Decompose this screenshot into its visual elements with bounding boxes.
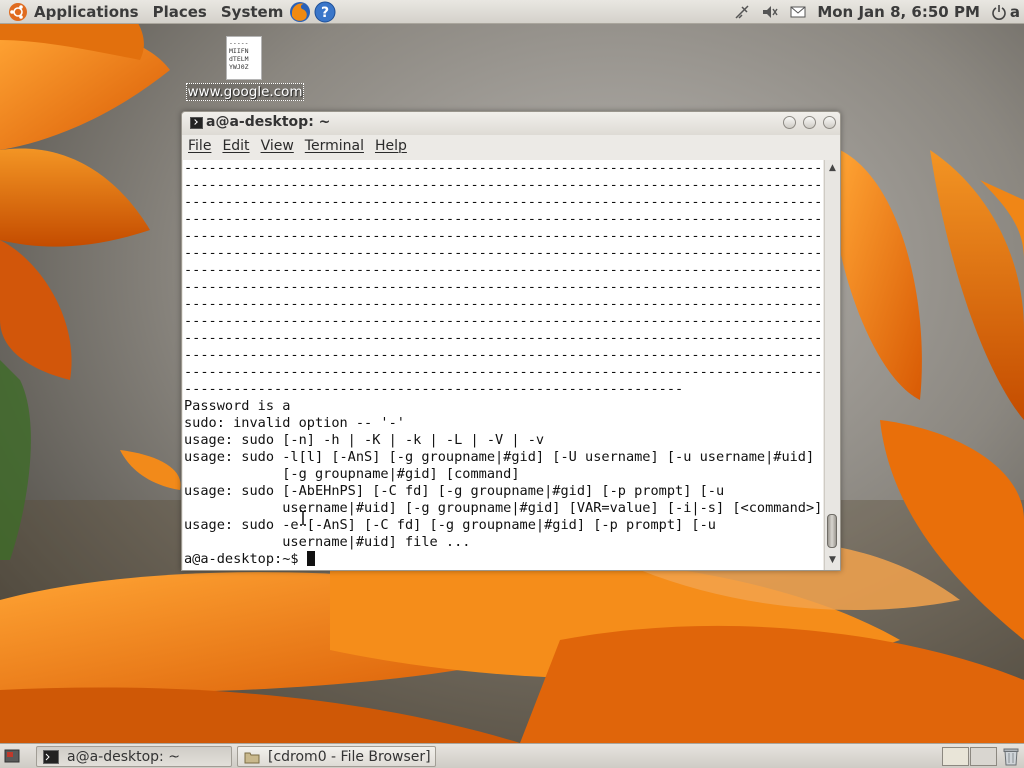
terminal-line: usage: sudo -e [-AnS] [-C fd] [-g groupn… [184, 517, 716, 533]
trash-icon[interactable] [1002, 747, 1020, 766]
desktop-file-label: www.google.com [186, 83, 304, 101]
folder-icon [244, 752, 260, 763]
menu-applications[interactable]: Applications [34, 0, 139, 24]
close-button[interactable] [823, 116, 836, 129]
terminal-line: ----------------------------------------… [184, 381, 684, 397]
terminal-line: sudo: invalid option -- '-' [184, 415, 405, 431]
window-titlebar[interactable]: a@a-desktop: ~ [182, 112, 840, 135]
shell-prompt: a@a-desktop:~$ [184, 551, 307, 567]
ibeam-cursor-icon [300, 510, 306, 526]
terminal-text: ----------------------------------------… [183, 160, 823, 568]
terminal-icon [190, 117, 203, 129]
text-cursor [306, 551, 315, 566]
terminal-menubar: File Edit View Terminal Help [182, 135, 840, 157]
window-title: a@a-desktop: ~ [206, 114, 331, 130]
terminal-line: ----------------------------------------… [184, 177, 823, 193]
terminal-line: username|#uid] [-g groupname|#gid] [VAR=… [282, 500, 823, 516]
taskbar-filebrowser-label: [cdrom0 - File Browser] [268, 748, 431, 765]
menu-view[interactable]: View [261, 138, 294, 154]
svg-text:?: ? [321, 5, 329, 21]
workspace-2[interactable] [970, 747, 997, 766]
terminal-scrollbar[interactable]: ▲ ▼ [824, 160, 840, 570]
terminal-line: ----------------------------------------… [184, 347, 823, 363]
terminal-line: [-g groupname|#gid] [command] [282, 466, 520, 482]
terminal-icon [43, 749, 59, 764]
menu-edit[interactable]: Edit [222, 138, 249, 154]
taskbar-terminal-button[interactable]: a@a-desktop: ~ [36, 746, 232, 767]
session-user-label[interactable]: a [1010, 3, 1020, 21]
top-panel: Applications Places System ? Mon Jan 8, … [0, 0, 1024, 24]
terminal-output[interactable]: ----------------------------------------… [183, 160, 823, 570]
terminal-line: ----------------------------------------… [184, 279, 823, 295]
terminal-line: ----------------------------------------… [184, 262, 823, 278]
terminal-line: ----------------------------------------… [184, 364, 823, 380]
system-tray: Mon Jan 8, 6:50 PM a [733, 0, 1024, 24]
terminal-lines: ----------------------------------------… [184, 160, 823, 550]
terminal-line: ----------------------------------------… [184, 313, 823, 329]
bottom-panel: a@a-desktop: ~ [cdrom0 - File Browser] [0, 743, 1024, 768]
scroll-up-icon[interactable]: ▲ [828, 164, 837, 173]
terminal-line: username|#uid] file ... [282, 534, 471, 550]
menu-system[interactable]: System [221, 0, 283, 24]
help-icon[interactable]: ? [314, 1, 336, 23]
maximize-button[interactable] [803, 116, 816, 129]
scrollbar-thumb[interactable] [827, 514, 837, 548]
clock[interactable]: Mon Jan 8, 6:50 PM [817, 3, 980, 21]
network-icon[interactable] [733, 3, 751, 21]
terminal-window: a@a-desktop: ~ File Edit View Terminal H… [181, 111, 841, 571]
menu-file[interactable]: File [188, 138, 211, 154]
terminal-line: ----------------------------------------… [184, 211, 823, 227]
taskbar-terminal-label: a@a-desktop: ~ [67, 748, 180, 765]
terminal-line: ----------------------------------------… [184, 228, 823, 244]
show-desktop-icon[interactable] [4, 748, 20, 764]
terminal-line: ----------------------------------------… [184, 330, 823, 346]
terminal-line: ----------------------------------------… [184, 296, 823, 312]
terminal-line: usage: sudo [-n] -h | -K | -k | -L | -V … [184, 432, 545, 448]
menu-places[interactable]: Places [153, 0, 207, 24]
file-thumbnail: ----- MIIFN dTELM YWJ0Z [226, 36, 262, 80]
volume-icon[interactable] [761, 3, 779, 21]
scroll-down-icon[interactable]: ▼ [828, 556, 837, 565]
ubuntu-logo-icon[interactable] [8, 2, 28, 22]
terminal-line: ----------------------------------------… [184, 160, 823, 176]
menu-help[interactable]: Help [375, 138, 407, 154]
menu-terminal[interactable]: Terminal [305, 138, 364, 154]
terminal-line: usage: sudo [-AbEHnPS] [-C fd] [-g group… [184, 483, 725, 499]
terminal-line: usage: sudo -l[l] [-AnS] [-g groupname|#… [184, 449, 815, 465]
terminal-line: ----------------------------------------… [184, 245, 823, 261]
desktop-file-icon[interactable]: ----- MIIFN dTELM YWJ0Z www.google.com [186, 34, 304, 102]
mail-icon[interactable] [789, 3, 807, 21]
firefox-icon[interactable] [289, 1, 311, 23]
terminal-line: ----------------------------------------… [184, 194, 823, 210]
taskbar-filebrowser-button[interactable]: [cdrom0 - File Browser] [237, 746, 436, 767]
power-icon[interactable] [990, 3, 1008, 21]
workspace-1[interactable] [942, 747, 969, 766]
terminal-line: Password is a [184, 398, 291, 414]
minimize-button[interactable] [783, 116, 796, 129]
